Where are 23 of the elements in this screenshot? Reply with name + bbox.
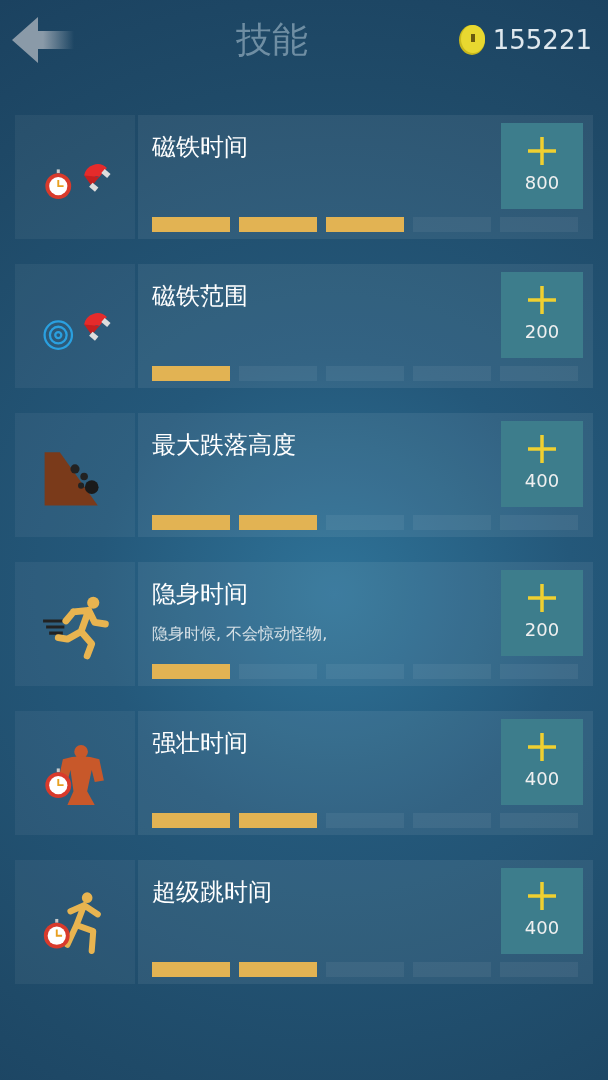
upgrade-button[interactable]: 200 [501,272,583,358]
upgrade-button[interactable]: 200 [501,570,583,656]
skill-name: 隐身时间 [152,579,249,610]
skill-name: 超级跳时间 [152,877,273,908]
upgrade-button[interactable]: 400 [501,868,583,954]
plus-icon [528,285,556,314]
back-arrow-icon[interactable] [12,17,74,63]
coin-count: 155221 [492,23,592,57]
plus-icon [528,881,556,910]
upgrade-button[interactable]: 800 [501,123,583,209]
skill-name: 磁铁时间 [152,132,249,163]
plus-icon [528,583,556,612]
plus-icon [528,434,556,463]
page-title: 技能 [236,18,309,62]
skill-name: 磁铁范围 [152,281,249,312]
skill-name: 最大跌落高度 [152,430,297,461]
upgrade-button[interactable]: 400 [501,421,583,507]
plus-icon [528,136,556,165]
upgrade-button[interactable]: 400 [501,719,583,805]
skill-name: 强壮时间 [152,728,249,759]
coin-icon [456,24,487,56]
skill-description: 隐身时候, 不会惊动怪物, [152,623,329,645]
plus-icon [528,732,556,761]
